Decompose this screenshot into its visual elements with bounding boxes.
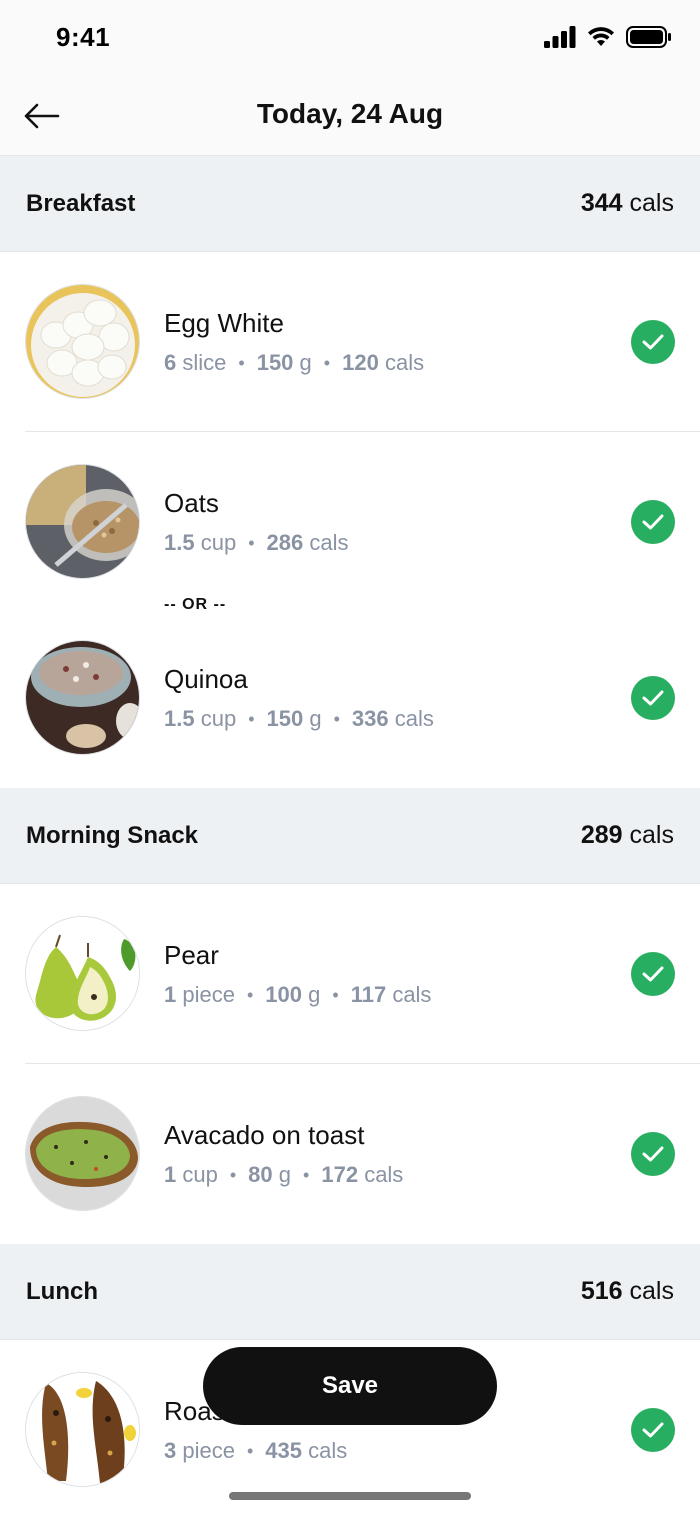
cals-unit: cals [394, 706, 434, 731]
qty-unit: piece [182, 982, 235, 1007]
section-title: Breakfast [26, 189, 136, 217]
status-icons [544, 26, 672, 48]
qty-value: 1.5 [164, 706, 195, 731]
food-meta: 3 piece • 435 cals [164, 1438, 348, 1463]
cals-value: 120 [342, 350, 379, 375]
cals-unit: cals [308, 1438, 348, 1463]
food-meta: 1.5 cup • 150 g • 336 cals [164, 706, 434, 731]
cals-unit: cals [384, 350, 425, 375]
weight-unit: g [309, 706, 322, 731]
food-image-quinoa [25, 640, 140, 755]
cals-value: 172 [321, 1162, 359, 1187]
status-bar: 9:41 [0, 0, 700, 78]
food-row-quinoa[interactable]: Quinoa 1.5 cup • 150 g • 336 cals [0, 608, 700, 788]
food-image-pear [25, 916, 140, 1031]
cals-value: 336 [351, 706, 389, 731]
food-image-egg-white [25, 284, 140, 399]
food-name: Oats [164, 488, 219, 518]
qty-unit: cup [182, 1162, 218, 1187]
section-cals-value: 289 [580, 821, 623, 849]
section-calories: 289 cals [581, 821, 674, 850]
food-alternatives-group: Oats 1.5 cup • 286 cals -- OR -- Quinoa … [0, 432, 700, 788]
weight-value: 150 [256, 350, 294, 375]
qty-value: 6 [164, 350, 177, 375]
food-name: Avacado on toast [164, 1120, 365, 1150]
section-calories: 516 cals [581, 1277, 674, 1306]
qty-unit: cup [200, 530, 237, 555]
weight-unit: g [308, 982, 321, 1007]
weight-value: 150 [266, 706, 304, 731]
top-app-bar: Today, 24 Aug [0, 78, 700, 156]
check-circle-icon[interactable] [631, 1132, 675, 1176]
cals-unit: cals [392, 982, 432, 1007]
qty-value: 1 [164, 1162, 177, 1187]
food-row-avocado-toast[interactable]: Avacado on toast 1 cup • 80 g • 172 cals [0, 1064, 700, 1244]
qty-value: 1 [164, 982, 177, 1007]
wifi-icon [588, 27, 614, 46]
section-cals-unit: cals [629, 1277, 674, 1305]
cals-value: 286 [266, 530, 304, 555]
food-row-egg-white[interactable]: Egg White 6 slice • 150 g • 120 cals [0, 252, 700, 432]
section-header-lunch: Lunch 516 cals [0, 1244, 700, 1340]
qty-value: 3 [164, 1438, 177, 1463]
battery-icon [626, 26, 671, 48]
check-circle-icon[interactable] [631, 676, 675, 720]
weight-value: 80 [248, 1162, 273, 1187]
check-circle-icon[interactable] [631, 320, 675, 364]
section-cals-unit: cals [629, 189, 674, 217]
cals-unit: cals [364, 1162, 404, 1187]
status-time: 9:41 [56, 22, 111, 52]
weight-value: 100 [265, 982, 302, 1007]
food-meta: 6 slice • 150 g • 120 cals [164, 350, 425, 375]
meal-list: Breakfast 344 cals Egg White 6 slice • 1… [0, 156, 700, 1514]
home-indicator [229, 1492, 471, 1500]
food-meta: 1 cup • 80 g • 172 cals [164, 1162, 404, 1187]
section-calories: 344 cals [581, 189, 674, 218]
section-header-breakfast: Breakfast 344 cals [0, 156, 700, 252]
food-row-pear[interactable]: Pear 1 piece • 100 g • 117 cals [0, 884, 700, 1064]
check-circle-icon[interactable] [631, 952, 675, 996]
qty-value: 1.5 [164, 530, 195, 555]
qty-unit: cup [200, 706, 237, 731]
cals-value: 435 [265, 1438, 302, 1463]
food-image-oats [25, 464, 140, 579]
section-cals-unit: cals [629, 821, 674, 849]
section-header-morning-snack: Morning Snack 289 cals [0, 788, 700, 884]
section-title: Lunch [26, 1277, 98, 1305]
cals-value: 117 [350, 982, 387, 1007]
section-title: Morning Snack [26, 821, 199, 849]
qty-unit: slice [182, 350, 227, 375]
page-title: Today, 24 Aug [256, 98, 444, 129]
food-image-roasted-fish [25, 1372, 140, 1487]
food-name: Quinoa [164, 664, 248, 694]
section-cals-value: 516 [580, 1277, 623, 1305]
food-row-oats[interactable]: Oats 1.5 cup • 286 cals [0, 432, 700, 612]
food-image-avocado-toast [25, 1096, 140, 1211]
food-meta: 1 piece • 100 g • 117 cals [164, 982, 432, 1007]
check-circle-icon[interactable] [631, 1408, 675, 1452]
weight-unit: g [278, 1162, 292, 1187]
qty-unit: piece [182, 1438, 235, 1463]
cellular-signal-icon [544, 26, 576, 48]
food-meta: 1.5 cup • 286 cals [164, 530, 349, 555]
food-name: Pear [164, 940, 219, 970]
save-button[interactable]: Save [203, 1347, 497, 1425]
cals-unit: cals [309, 530, 349, 555]
check-circle-icon[interactable] [631, 500, 675, 544]
section-cals-value: 344 [580, 189, 623, 217]
weight-unit: g [299, 350, 312, 375]
food-name: Egg White [164, 308, 284, 338]
